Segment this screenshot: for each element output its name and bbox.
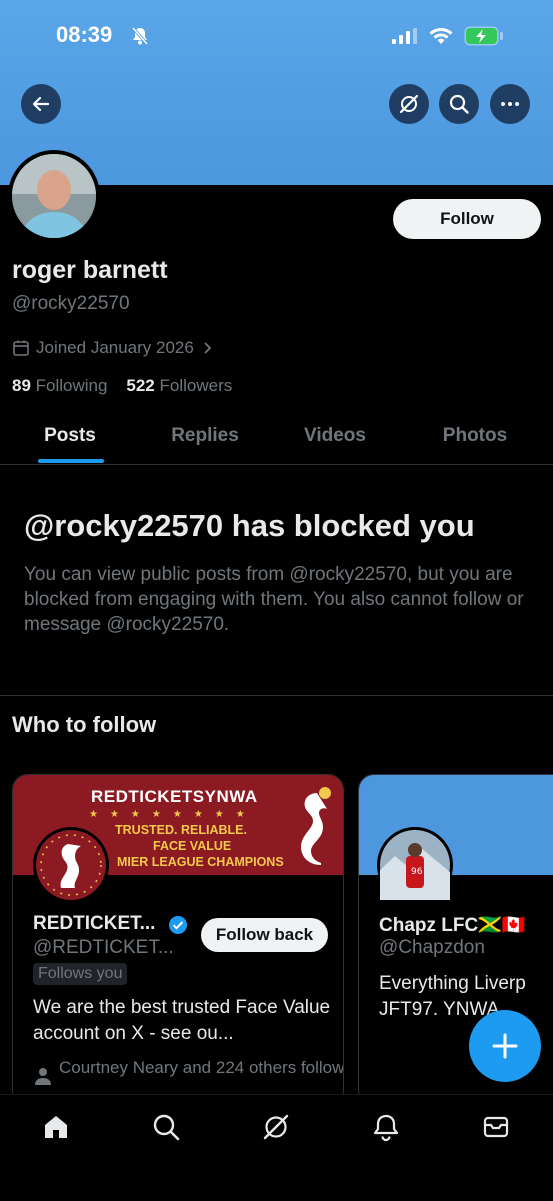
card-handle: @Chapzdon [379,937,485,958]
following-label: Following [35,376,108,395]
messages-icon [483,1116,509,1138]
wifi-icon [428,26,454,51]
following-count: 89 [12,376,31,395]
profile-tabs: Posts Replies Videos Photos [0,412,553,465]
joined-date[interactable]: Joined January 2026 [12,338,214,358]
who-to-follow-title: Who to follow [12,712,157,737]
card-banner-line3: MIER LEAGUE CHAMPIONS [117,855,284,869]
following-link[interactable]: 89 Following [12,376,107,395]
nav-messages[interactable] [478,1109,514,1145]
blocked-title: @rocky22570 has blocked you [24,508,475,543]
followers-label: Followers [159,376,233,395]
battery-charging-icon [464,26,504,51]
back-button[interactable] [21,84,61,124]
svg-text:96: 96 [411,867,423,877]
follow-counts: 89 Following 522 Followers [12,376,232,396]
nav-home[interactable] [38,1109,74,1145]
liverbird-logo-icon [301,787,331,865]
calendar-icon [13,340,29,356]
verified-badge-icon [169,916,187,934]
home-icon [45,1116,67,1138]
card-name: REDTICKET... [33,913,156,934]
section-divider [0,695,553,696]
profile-name: roger barnett [12,256,168,284]
blocked-message: You can view public posts from @rocky225… [24,564,524,635]
active-tab-indicator [38,459,104,463]
arrow-left-icon [32,96,50,112]
status-bar: 08:39 [0,22,553,52]
card-handle: @REDTICKET... [33,937,174,958]
search-icon [449,94,469,114]
card-social-proof: Courtney Neary and 224 others follow [59,1058,344,1077]
tab-replies[interactable]: Replies [150,412,260,464]
stars-decoration: ★★★★★★★★ [89,809,257,820]
card-bio-line1: Everything Liverp [379,973,526,994]
avatar[interactable] [8,150,100,242]
search-icon [153,1114,180,1141]
cellular-signal-icon [392,28,418,49]
followers-count: 522 [126,376,155,395]
card-avatar: 96 [377,827,453,903]
nav-notifications[interactable] [368,1109,404,1145]
grok-icon [399,94,419,114]
profile-handle: @rocky22570 [12,293,130,314]
nav-search[interactable] [148,1109,184,1145]
status-time: 08:39 [56,22,113,47]
tab-photos[interactable]: Photos [420,412,530,464]
grok-icon [263,1114,289,1140]
grok-button[interactable] [389,84,429,124]
bottom-nav [0,1094,553,1201]
followers-link[interactable]: 522 Followers [126,376,232,395]
suggestion-card[interactable]: REDTICKETSYNWA ★★★★★★★★ TRUSTED. RELIABL… [12,774,344,1106]
follows-you-badge: Follows you [33,963,128,985]
card-avatar [33,827,109,903]
tab-videos[interactable]: Videos [280,412,390,464]
search-button[interactable] [439,84,479,124]
chevron-right-icon [204,342,212,354]
nav-grok[interactable] [258,1109,294,1145]
tab-posts[interactable]: Posts [20,412,120,464]
follow-back-button[interactable]: Follow back [201,918,328,952]
card-name: Chapz LFC🇯🇲🇨🇦 [379,915,526,936]
compose-button[interactable] [469,1010,541,1082]
card-banner-line2: FACE VALUE [153,839,232,853]
more-icon [501,102,519,106]
card-banner-line1: TRUSTED. RELIABLE. [115,823,247,837]
card-bio: We are the best trusted Face Value accou… [33,997,331,1044]
more-button[interactable] [490,84,530,124]
plus-icon [492,1033,518,1059]
bell-muted-icon [130,26,150,51]
card-banner-title: REDTICKETSYNWA [91,787,258,806]
joined-text: Joined January 2026 [36,338,194,357]
follow-button[interactable]: Follow [393,199,541,239]
notifications-icon [373,1114,399,1142]
